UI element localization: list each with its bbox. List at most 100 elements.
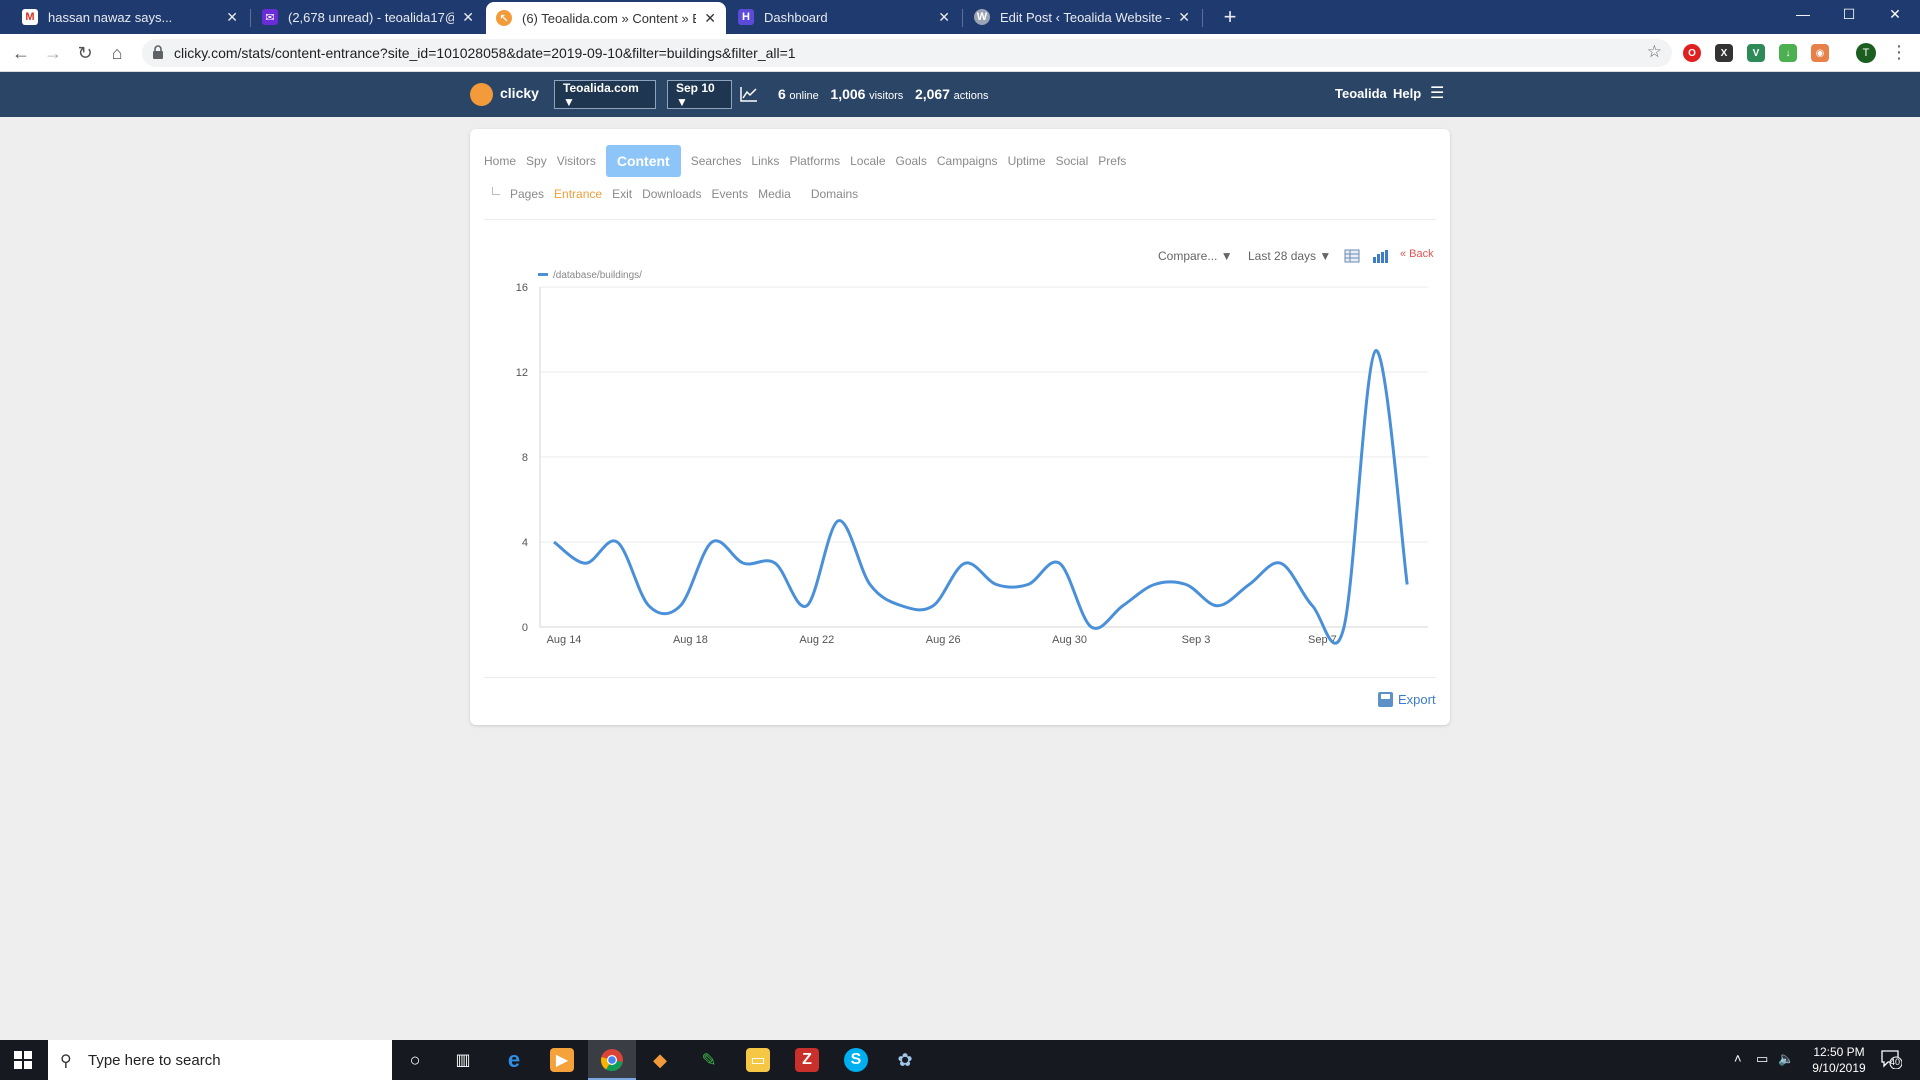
media-player-icon[interactable]: ▶ [550, 1048, 574, 1072]
notepad-plus-icon[interactable]: ✎ [697, 1048, 721, 1072]
content-panel: Home Spy Visitors Content Searches Links… [470, 129, 1450, 725]
url-text: clicky.com/stats/content-entrance?site_i… [174, 45, 796, 61]
nav-searches[interactable]: Searches [691, 154, 742, 168]
volume-icon[interactable]: 🔈 [1778, 1051, 1794, 1067]
close-icon[interactable]: ✕ [704, 10, 716, 27]
browser-tab-dashboard[interactable]: H Dashboard ✕ [728, 0, 960, 34]
reload-icon[interactable]: ↻ [72, 40, 98, 66]
nav-visitors[interactable]: Visitors [557, 154, 596, 168]
export-label: Export [1398, 692, 1436, 707]
nav-links[interactable]: Links [751, 154, 779, 168]
nav-goals[interactable]: Goals [896, 154, 927, 168]
taskbar-search-input[interactable]: ⚲ Type here to search [48, 1040, 392, 1080]
subnav-media[interactable]: Media [758, 187, 791, 201]
tray-chevron-icon[interactable]: ˄ [1734, 1051, 1742, 1066]
y-tick-label: 12 [516, 367, 528, 379]
tab-title: Dashboard [764, 9, 828, 25]
cortana-icon[interactable]: ○ [403, 1048, 427, 1072]
chart-line-icon[interactable] [740, 86, 758, 102]
clicky-logo-icon[interactable] [470, 83, 493, 106]
system-clock[interactable]: 12:50 PM 9/10/2019 [1798, 1044, 1880, 1076]
nav-platforms[interactable]: Platforms [789, 154, 840, 168]
nav-home[interactable]: Home [484, 154, 516, 168]
new-tab-button[interactable]: + [1216, 3, 1244, 31]
nav-content[interactable]: Content [605, 145, 681, 177]
close-icon[interactable]: ✕ [226, 9, 238, 26]
chrome-browser-icon[interactable] [600, 1048, 624, 1072]
x-tick-label: Aug 26 [926, 634, 961, 646]
subnav-events[interactable]: Events [711, 187, 748, 201]
screenshot-extension-icon[interactable]: ◉ [1811, 44, 1829, 62]
bookmark-star-icon[interactable]: ☆ [1647, 42, 1662, 62]
nav-social[interactable]: Social [1056, 154, 1089, 168]
sublime-text-icon[interactable]: ◆ [648, 1048, 672, 1072]
forward-arrow-icon[interactable]: → [40, 40, 66, 66]
shield-extension-icon[interactable]: V [1747, 44, 1765, 62]
browser-tab-gmail[interactable]: M hassan nawaz says... ✕ [12, 0, 248, 34]
filezilla-icon[interactable]: Z [795, 1048, 819, 1072]
subnav-downloads[interactable]: Downloads [642, 187, 701, 201]
windows-start-icon[interactable] [14, 1051, 32, 1069]
network-icon[interactable]: ▭ [1756, 1051, 1768, 1067]
profile-avatar[interactable]: T [1856, 43, 1876, 63]
online-label: online [789, 90, 819, 102]
nav-prefs[interactable]: Prefs [1098, 154, 1126, 168]
edge-browser-icon[interactable]: e [502, 1047, 526, 1072]
help-link[interactable]: Help [1393, 86, 1421, 101]
subnav-exit[interactable]: Exit [612, 187, 632, 201]
hamburger-menu-icon[interactable]: ☰ [1430, 83, 1444, 103]
tab-title: (6) Teoalida.com » Content » Entr [522, 10, 696, 26]
clicky-icon: ↖ [496, 10, 512, 26]
tab-separator [962, 9, 963, 27]
notification-center-icon[interactable]: 40 [1880, 1049, 1903, 1070]
primary-nav: Home Spy Visitors Content Searches Links… [484, 145, 1136, 177]
windows-taskbar: ⚲ Type here to search ○ ▥ e ▶ ◆ ✎ ▭ Z S … [0, 1040, 1920, 1080]
tab-title: Edit Post ‹ Teoalida Website — W [1000, 9, 1170, 25]
nav-spy[interactable]: Spy [526, 154, 547, 168]
subnav-entrance[interactable]: Entrance [554, 187, 602, 201]
clock-date: 9/10/2019 [1812, 1061, 1866, 1075]
nav-locale[interactable]: Locale [850, 154, 885, 168]
browser-tab-wordpress[interactable]: W Edit Post ‹ Teoalida Website — W ✕ [964, 0, 1200, 34]
tab-separator [250, 9, 251, 27]
nav-campaigns[interactable]: Campaigns [937, 154, 998, 168]
tab-title: hassan nawaz says... [48, 9, 173, 25]
brand-name[interactable]: clicky [500, 85, 539, 101]
export-divider [484, 677, 1436, 678]
browser-menu-icon[interactable]: ⋮ [1890, 42, 1908, 63]
close-icon[interactable]: ✕ [462, 9, 474, 26]
minimize-icon[interactable]: — [1780, 0, 1826, 28]
download-extension-icon[interactable]: ↓ [1779, 44, 1797, 62]
nav-divider [484, 219, 1436, 220]
tab-separator [1202, 9, 1203, 27]
back-arrow-icon[interactable]: ← [8, 40, 34, 66]
x-tick-label: Aug 18 [673, 634, 708, 646]
subnav-domains[interactable]: Domains [811, 187, 858, 201]
visitors-count: 1,006 [830, 86, 866, 102]
y-tick-label: 16 [516, 282, 528, 294]
x-tick-label: Aug 14 [547, 634, 582, 646]
gmail-icon: M [22, 9, 38, 25]
file-explorer-icon[interactable]: ▭ [746, 1048, 770, 1072]
skype-icon[interactable]: S [844, 1048, 868, 1072]
save-disk-icon [1378, 692, 1393, 707]
close-icon[interactable]: ✕ [938, 9, 950, 26]
user-menu[interactable]: Teoalida [1335, 86, 1387, 101]
opera-extension-icon[interactable]: O [1683, 44, 1701, 62]
paint-icon[interactable]: ✿ [893, 1048, 917, 1072]
close-window-icon[interactable]: ✕ [1872, 0, 1918, 28]
task-view-icon[interactable]: ▥ [451, 1048, 475, 1072]
browser-tab-clicky[interactable]: ↖ (6) Teoalida.com » Content » Entr ✕ [486, 2, 726, 34]
address-bar[interactable]: clicky.com/stats/content-entrance?site_i… [142, 39, 1672, 67]
home-icon[interactable]: ⌂ [104, 40, 130, 66]
subnav-pages[interactable]: Pages [510, 187, 544, 201]
close-icon[interactable]: ✕ [1178, 9, 1190, 26]
browser-tab-yahoo-mail[interactable]: ✉ (2,678 unread) - teoalida17@yah ✕ [252, 0, 484, 34]
x-extension-icon[interactable]: X [1715, 44, 1733, 62]
maximize-icon[interactable]: ☐ [1826, 0, 1872, 28]
site-selector[interactable]: Teoalida.com ▼ [554, 80, 656, 109]
nav-uptime[interactable]: Uptime [1008, 154, 1046, 168]
legend-swatch [538, 273, 548, 276]
date-selector[interactable]: Sep 10 ▼ [667, 80, 732, 109]
export-button[interactable]: Export [1378, 692, 1436, 707]
